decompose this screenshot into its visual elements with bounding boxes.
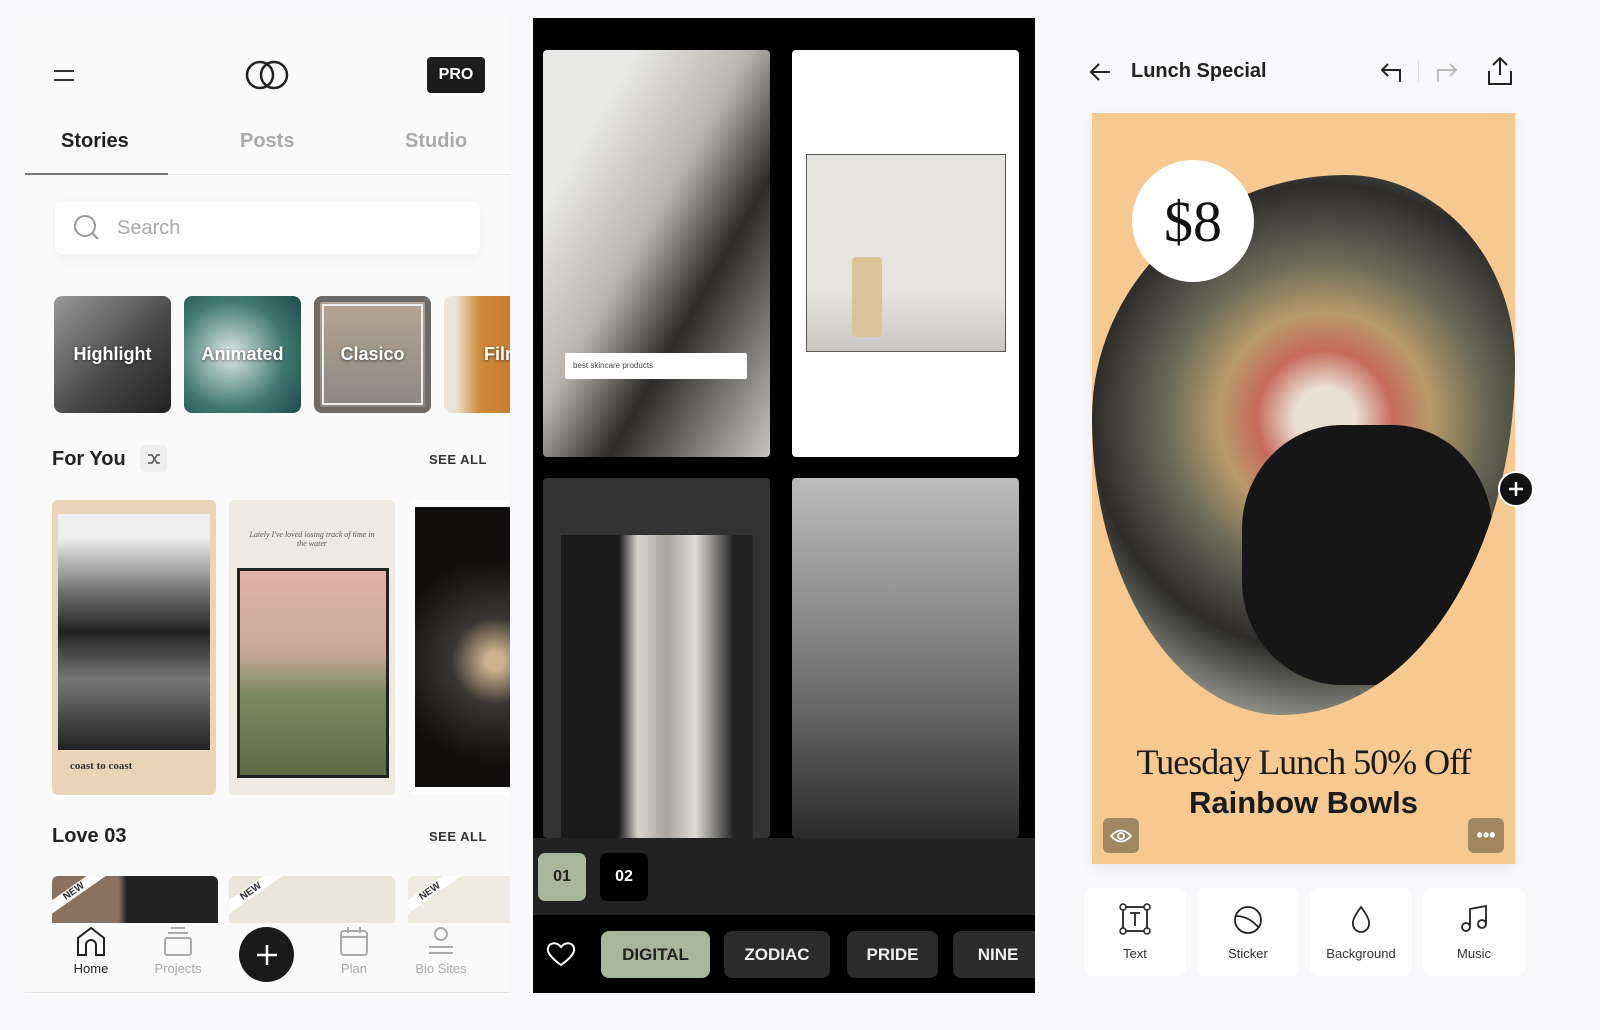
template-tile[interactable] <box>543 478 770 838</box>
create-button[interactable] <box>239 927 294 982</box>
divider <box>1418 60 1419 82</box>
new-badge: NEW <box>229 876 287 919</box>
card-caption: coast to coast <box>70 760 133 772</box>
tool-sticker[interactable]: Sticker <box>1197 888 1299 976</box>
nav-label: Plan <box>340 961 368 976</box>
template-card[interactable]: coast to coast <box>52 500 216 795</box>
chip-digital[interactable]: DIGITAL <box>601 931 710 978</box>
music-icon <box>1461 904 1487 932</box>
chip-pride[interactable]: PRIDE <box>847 931 938 978</box>
back-arrow-icon[interactable] <box>1086 58 1114 86</box>
chip-zodiac[interactable]: ZODIAC <box>724 931 830 978</box>
search-placeholder: Search <box>117 216 181 239</box>
subhead-text[interactable]: Rainbow Bowls <box>1092 785 1515 821</box>
headline-text[interactable]: Tuesday Lunch 50% Off <box>1092 741 1515 783</box>
redo-icon[interactable] <box>1432 56 1462 86</box>
tool-label: Text <box>1123 946 1147 961</box>
new-badge: NEW <box>408 876 466 919</box>
template-tile[interactable]: best skincare products <box>543 50 770 457</box>
tool-background[interactable]: Background <box>1310 888 1412 976</box>
nav-plan[interactable]: Plan <box>314 925 394 976</box>
nav-label: Home <box>73 961 109 976</box>
page-01[interactable]: 01 <box>538 853 586 901</box>
search-input[interactable]: Search <box>55 202 480 254</box>
nav-label: Projects <box>154 961 202 976</box>
project-title: Lunch Special <box>1131 60 1267 82</box>
category-label: Animated <box>201 344 284 364</box>
story-canvas[interactable]: $8 Tuesday Lunch 50% Off Rainbow Bowls •… <box>1092 113 1534 864</box>
tool-music[interactable]: Music <box>1423 888 1525 976</box>
category-label: Film <box>484 344 510 364</box>
love-03-see-all[interactable]: SEE ALL <box>429 829 487 844</box>
templates-panel: best skincare products 01 02 DIGITAL ZOD… <box>533 18 1035 993</box>
category-label: Highlight <box>73 344 152 364</box>
tool-label: Music <box>1457 946 1491 961</box>
shuffle-icon[interactable] <box>140 445 167 472</box>
nav-projects[interactable]: Projects <box>138 925 218 976</box>
price-sticker[interactable]: $8 <box>1132 160 1254 282</box>
pro-badge[interactable]: PRO <box>427 57 485 93</box>
logo-icon <box>243 57 291 93</box>
chip-nine[interactable]: NINE <box>953 931 1035 978</box>
plus-icon <box>1509 482 1523 496</box>
category-clasico[interactable]: Clasico <box>314 296 431 413</box>
add-element-button[interactable] <box>1498 471 1534 507</box>
nav-bio-sites[interactable]: Bio Sites <box>401 925 481 976</box>
love-03-title: Love 03 <box>52 825 127 847</box>
category-highlight[interactable]: Highlight <box>54 296 171 413</box>
calendar-icon <box>340 927 368 956</box>
plus-icon <box>256 944 277 965</box>
template-card[interactable]: Lately I've loved losing track of time i… <box>229 500 395 795</box>
tab-posts[interactable]: Posts <box>240 130 294 153</box>
text-box-icon <box>1119 903 1151 935</box>
drop-icon <box>1352 905 1370 933</box>
for-you-see-all[interactable]: SEE ALL <box>429 452 487 467</box>
for-you-title: For You <box>52 448 126 470</box>
more-icon[interactable]: ••• <box>1468 818 1504 853</box>
editor-panel: Lunch Special $8 Tuesday Lunch 50% Off R… <box>1070 30 1545 990</box>
page-02[interactable]: 02 <box>600 853 648 901</box>
category-film[interactable]: Film <box>444 296 510 413</box>
template-tile[interactable] <box>792 50 1019 457</box>
share-icon[interactable] <box>1484 54 1516 88</box>
undo-icon[interactable] <box>1376 56 1406 86</box>
stack-icon <box>164 927 192 956</box>
category-animated[interactable]: Animated <box>184 296 301 413</box>
card-caption: Lately I've loved losing track of time i… <box>249 530 375 548</box>
person-icon <box>429 927 453 954</box>
tab-stories[interactable]: Stories <box>61 130 129 153</box>
stories-panel: PRO Stories Posts Studio Search Highligh… <box>25 15 510 995</box>
eye-icon[interactable] <box>1103 818 1139 853</box>
template-card[interactable] <box>408 500 510 795</box>
vase-image <box>806 154 1006 352</box>
search-icon <box>74 215 99 240</box>
nav-home[interactable]: Home <box>51 925 131 976</box>
nav-label: Bio Sites <box>415 961 467 976</box>
tool-label: Sticker <box>1228 946 1268 961</box>
sticker-icon <box>1234 906 1262 934</box>
tab-studio[interactable]: Studio <box>405 130 467 153</box>
tab-indicator <box>25 173 168 175</box>
category-label: Clasico <box>340 344 405 364</box>
tool-text[interactable]: Text <box>1084 888 1186 976</box>
tile-search-bar: best skincare products <box>565 353 747 379</box>
home-icon <box>77 926 105 956</box>
template-tile[interactable] <box>792 478 1019 838</box>
menu-icon[interactable] <box>53 63 75 87</box>
heart-icon[interactable] <box>545 938 577 970</box>
tool-label: Background <box>1326 946 1396 961</box>
new-badge: NEW <box>52 876 110 919</box>
